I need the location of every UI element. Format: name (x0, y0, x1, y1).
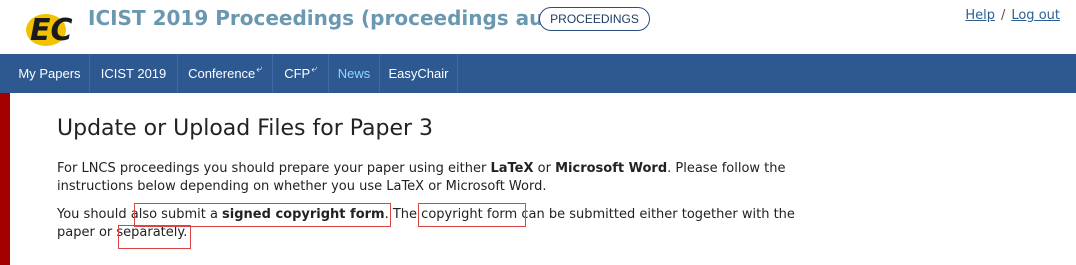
link-separator: / (1000, 8, 1006, 23)
menu-item-label: CFP (284, 66, 311, 81)
menu-item-news[interactable]: News (329, 54, 380, 93)
latex-emphasis: LaTeX (490, 161, 534, 176)
text-run: You should also submit a (57, 207, 223, 222)
left-accent-bar (0, 93, 10, 265)
easychair-logo: EC (26, 13, 73, 48)
menu-item-my-papers[interactable]: My Papers (10, 54, 90, 93)
menu-item-label: ICIST 2019 (100, 66, 167, 81)
menu-item-label: News (337, 66, 371, 81)
word-emphasis: Microsoft Word (555, 161, 668, 176)
main-content: Update or Upload Files for Paper 3 For L… (57, 112, 817, 242)
external-link-icon: ⤶ (311, 64, 317, 75)
logout-link[interactable]: Log out (1011, 8, 1060, 23)
menu-item-conference[interactable]: Conference ⤶ (178, 54, 273, 93)
text-run: or (533, 161, 556, 176)
top-header: EC ICIST 2019 Proceedings (proceedings a… (0, 0, 1076, 54)
copyright-paragraph: You should also submit a signed copyrigh… (57, 206, 817, 242)
menu-item-icist-2019[interactable]: ICIST 2019 (90, 54, 178, 93)
conference-title: ICIST 2019 Proceedings (proceedings auth… (88, 6, 616, 30)
menu-item-label: Conference (188, 66, 256, 81)
instructions-paragraph: For LNCS proceedings you should prepare … (57, 160, 817, 196)
signed-copyright-emphasis: signed copyright form (222, 207, 385, 222)
menu-item-label: My Papers (18, 66, 81, 81)
external-link-icon: ⤶ (256, 64, 262, 75)
role-selector-button[interactable]: PROCEEDINGS (539, 7, 650, 31)
copyright-form-text: copyright form (421, 207, 518, 222)
menu-item-cfp[interactable]: CFP ⤶ (273, 54, 329, 93)
text-run: . The (384, 207, 422, 222)
main-menu-bar: My Papers ICIST 2019 Conference ⤶ CFP ⤶ Ne… (0, 54, 1076, 93)
account-links: Help / Log out (965, 8, 1060, 23)
page-title: Update or Upload Files for Paper 3 (57, 116, 434, 141)
logo-text: EC (30, 13, 73, 48)
menu-item-label: EasyChair (388, 66, 449, 81)
menu-item-easychair[interactable]: EasyChair (380, 54, 458, 93)
help-link[interactable]: Help (965, 8, 995, 23)
text-run: For LNCS proceedings you should prepare … (57, 161, 491, 176)
